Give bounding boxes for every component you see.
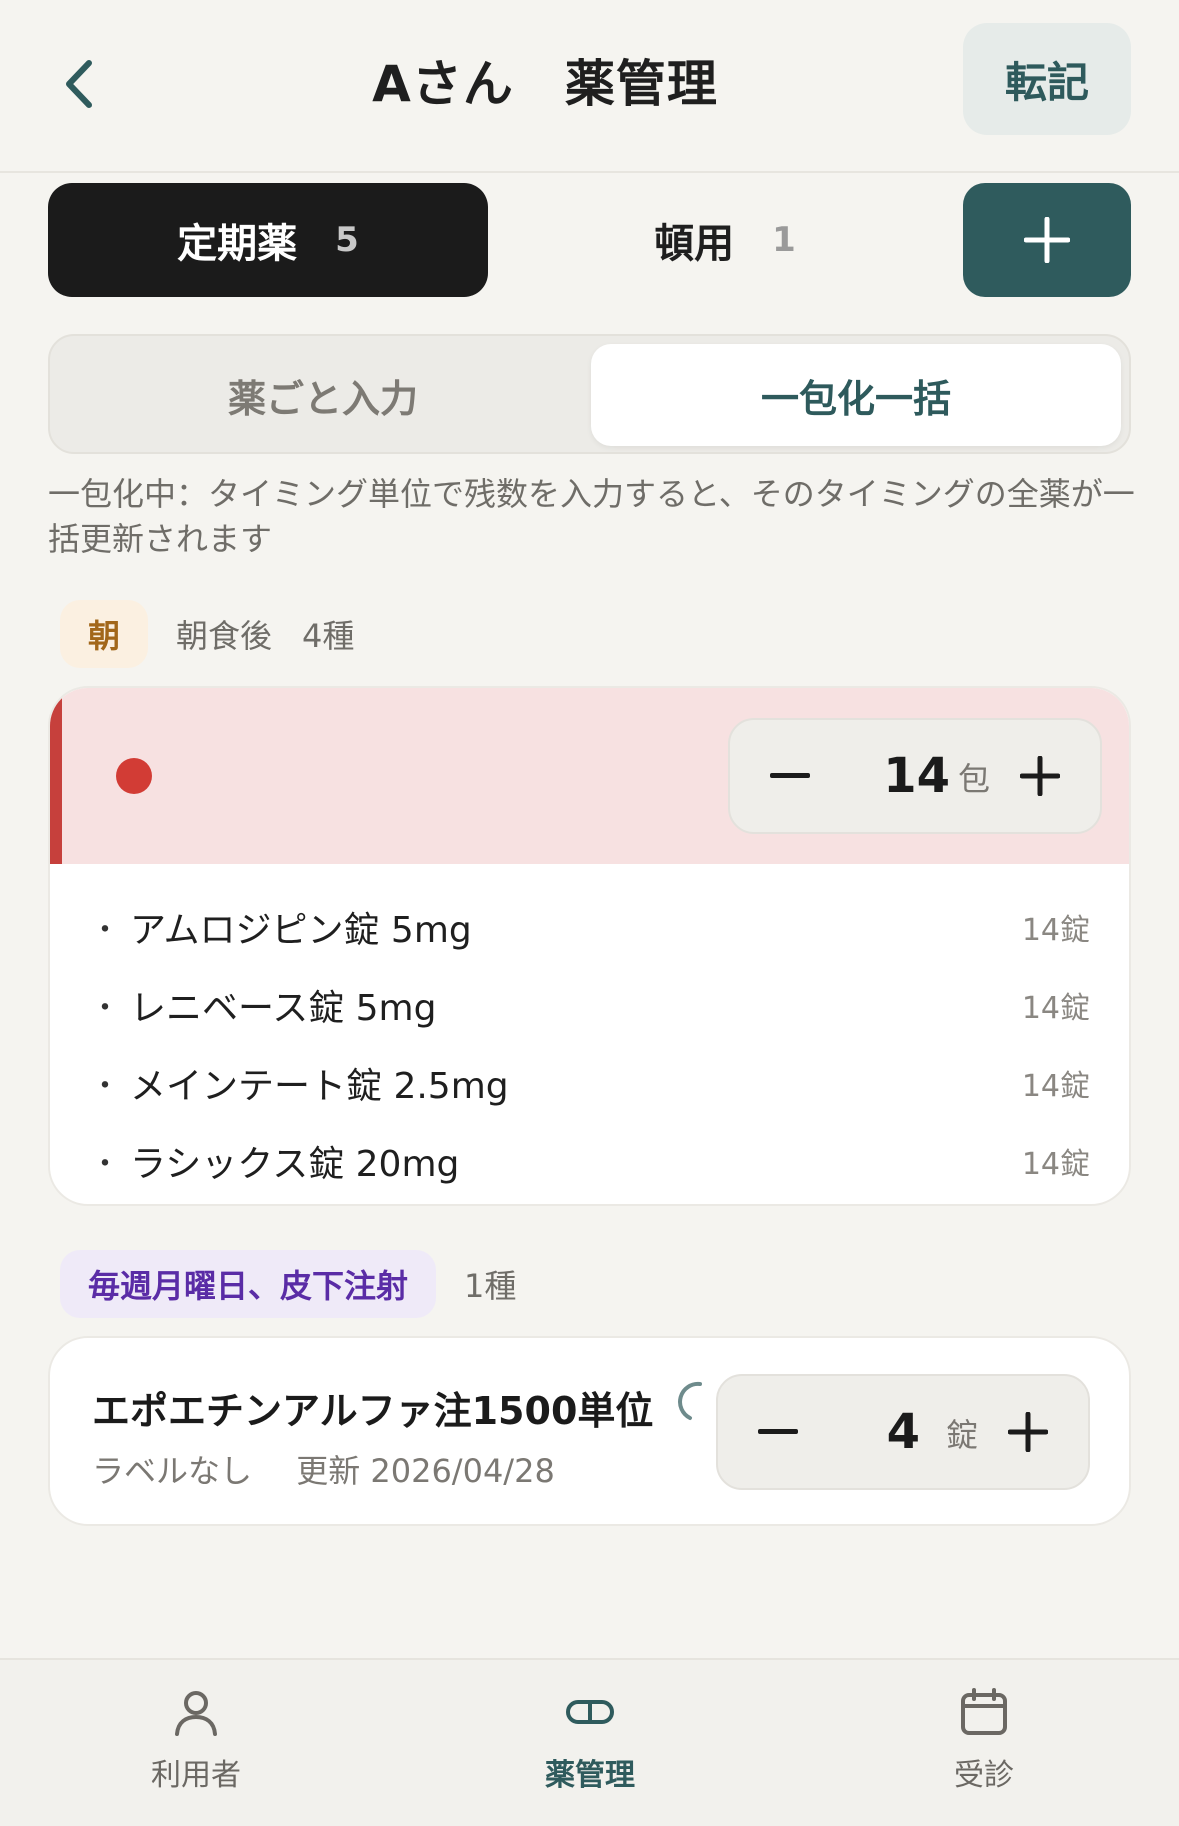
weekly-injection-card[interactable]: エポエチンアルファ注1500単位 ラベルなし 更新 2026/04/28 4 錠 (48, 1336, 1131, 1526)
medication-quantity: 14錠 (1021, 991, 1090, 1026)
tab-as-needed-medication[interactable]: 頓用 1 (600, 183, 850, 297)
nav-item-users[interactable]: 利用者 (96, 1686, 296, 1806)
timing-chip: 朝 (60, 600, 149, 668)
medication-quantity: 14錠 (1021, 1147, 1090, 1182)
medication-quantity: 14錠 (1021, 913, 1090, 948)
medication-name: レニベース錠 5mg (130, 988, 437, 1029)
tab-label: 定期薬 (177, 221, 298, 267)
medication-name: メインテート錠 2.5mg (130, 1066, 509, 1107)
tab-count: 5 (335, 220, 359, 260)
group-header-morning: 朝 朝食後 4種 (60, 600, 354, 668)
medication-meta: ラベルなし 更新 2026/04/28 (92, 1446, 555, 1492)
quantity-unit: 包 (958, 760, 991, 798)
timing-label: 朝食後 (176, 617, 273, 655)
label-status: ラベルなし (92, 1452, 253, 1490)
group-header-weekly: 毎週月曜日、皮下注射 1種 (60, 1250, 516, 1318)
medication-name: エポエチンアルファ注1500単位 (92, 1389, 654, 1433)
app-header: Aさん 薬管理 転記 (0, 0, 1179, 173)
plus-icon (1024, 217, 1070, 263)
dose-pack-header: 14 包 (50, 688, 1129, 864)
timing-chip: 毎週月曜日、皮下注射 (60, 1250, 437, 1318)
updated-date: 更新 2026/04/28 (296, 1452, 555, 1490)
list-item: ・ アムロジピン錠 5mg 14錠 (90, 888, 1090, 966)
medication-list: ・ アムロジピン錠 5mg 14錠 ・ レニベース錠 5mg 14錠 ・ メイン… (90, 888, 1090, 1200)
quantity-unit: 錠 (946, 1416, 979, 1454)
calendar-icon (961, 1688, 1007, 1735)
morning-dose-card: 14 包 ・ アムロジピン錠 5mg 14錠 ・ レニベース錠 5mg 14錠 … (48, 686, 1131, 1206)
plus-icon (1020, 756, 1060, 796)
low-stock-indicator (116, 758, 152, 794)
nav-label: 利用者 (151, 1758, 241, 1793)
tab-label: 頓用 (654, 221, 735, 267)
plus-icon (1008, 1412, 1048, 1452)
increment-button[interactable] (990, 720, 1090, 832)
kind-count: 4種 (302, 617, 355, 655)
nav-item-medication[interactable]: 薬管理 (490, 1686, 690, 1806)
person-icon (175, 1691, 217, 1736)
transcribe-button[interactable]: 転記 (963, 23, 1131, 135)
medication-name: ラシックス錠 20mg (130, 1144, 460, 1185)
segment-per-medication[interactable]: 薬ごと入力 (58, 344, 588, 446)
bottom-navigation: 利用者 薬管理 受診 (0, 1658, 1179, 1826)
kind-count: 1種 (464, 1267, 517, 1305)
list-item: ・ メインテート錠 2.5mg 14錠 (90, 1044, 1090, 1122)
tab-count: 1 (772, 220, 796, 260)
increment-button[interactable] (978, 1376, 1078, 1488)
medication-quantity: 14錠 (1021, 1069, 1090, 1104)
page-title: Aさん 薬管理 (372, 55, 718, 113)
mode-hint-text: 一包化中：タイミング単位で残数を入力すると、そのタイミングの全薬が一括更新されま… (48, 475, 1135, 558)
medication-management-screen: Aさん 薬管理 転記 定期薬 5 頓用 1 薬ごと入力 一包化一括 一包化中：タ… (0, 0, 1179, 1826)
list-item: ・ ラシックス錠 20mg 14錠 (90, 1122, 1090, 1200)
medication-name: アムロジピン錠 5mg (130, 910, 472, 951)
pill-icon (566, 1700, 614, 1724)
quantity-stepper: 4 錠 (716, 1374, 1090, 1490)
minus-icon (758, 1429, 798, 1434)
nav-label: 薬管理 (545, 1758, 635, 1793)
quantity-value[interactable]: 14 (840, 720, 950, 832)
nav-item-visits[interactable]: 受診 (884, 1686, 1084, 1806)
decrement-button[interactable] (728, 1376, 828, 1488)
minus-icon (770, 773, 810, 778)
input-mode-segment: 薬ごと入力 一包化一括 (48, 334, 1131, 454)
list-item: ・ レニベース錠 5mg 14錠 (90, 966, 1090, 1044)
add-medication-button[interactable] (963, 183, 1131, 297)
decrement-button[interactable] (740, 720, 840, 832)
nav-label: 受診 (954, 1758, 1014, 1793)
loading-spinner-icon (678, 1381, 702, 1420)
tab-regular-medication[interactable]: 定期薬 5 (48, 183, 488, 297)
quantity-value[interactable]: 4 (828, 1376, 920, 1488)
segment-unit-dose-bulk[interactable]: 一包化一括 (591, 344, 1121, 446)
pack-quantity-stepper: 14 包 (728, 718, 1102, 834)
